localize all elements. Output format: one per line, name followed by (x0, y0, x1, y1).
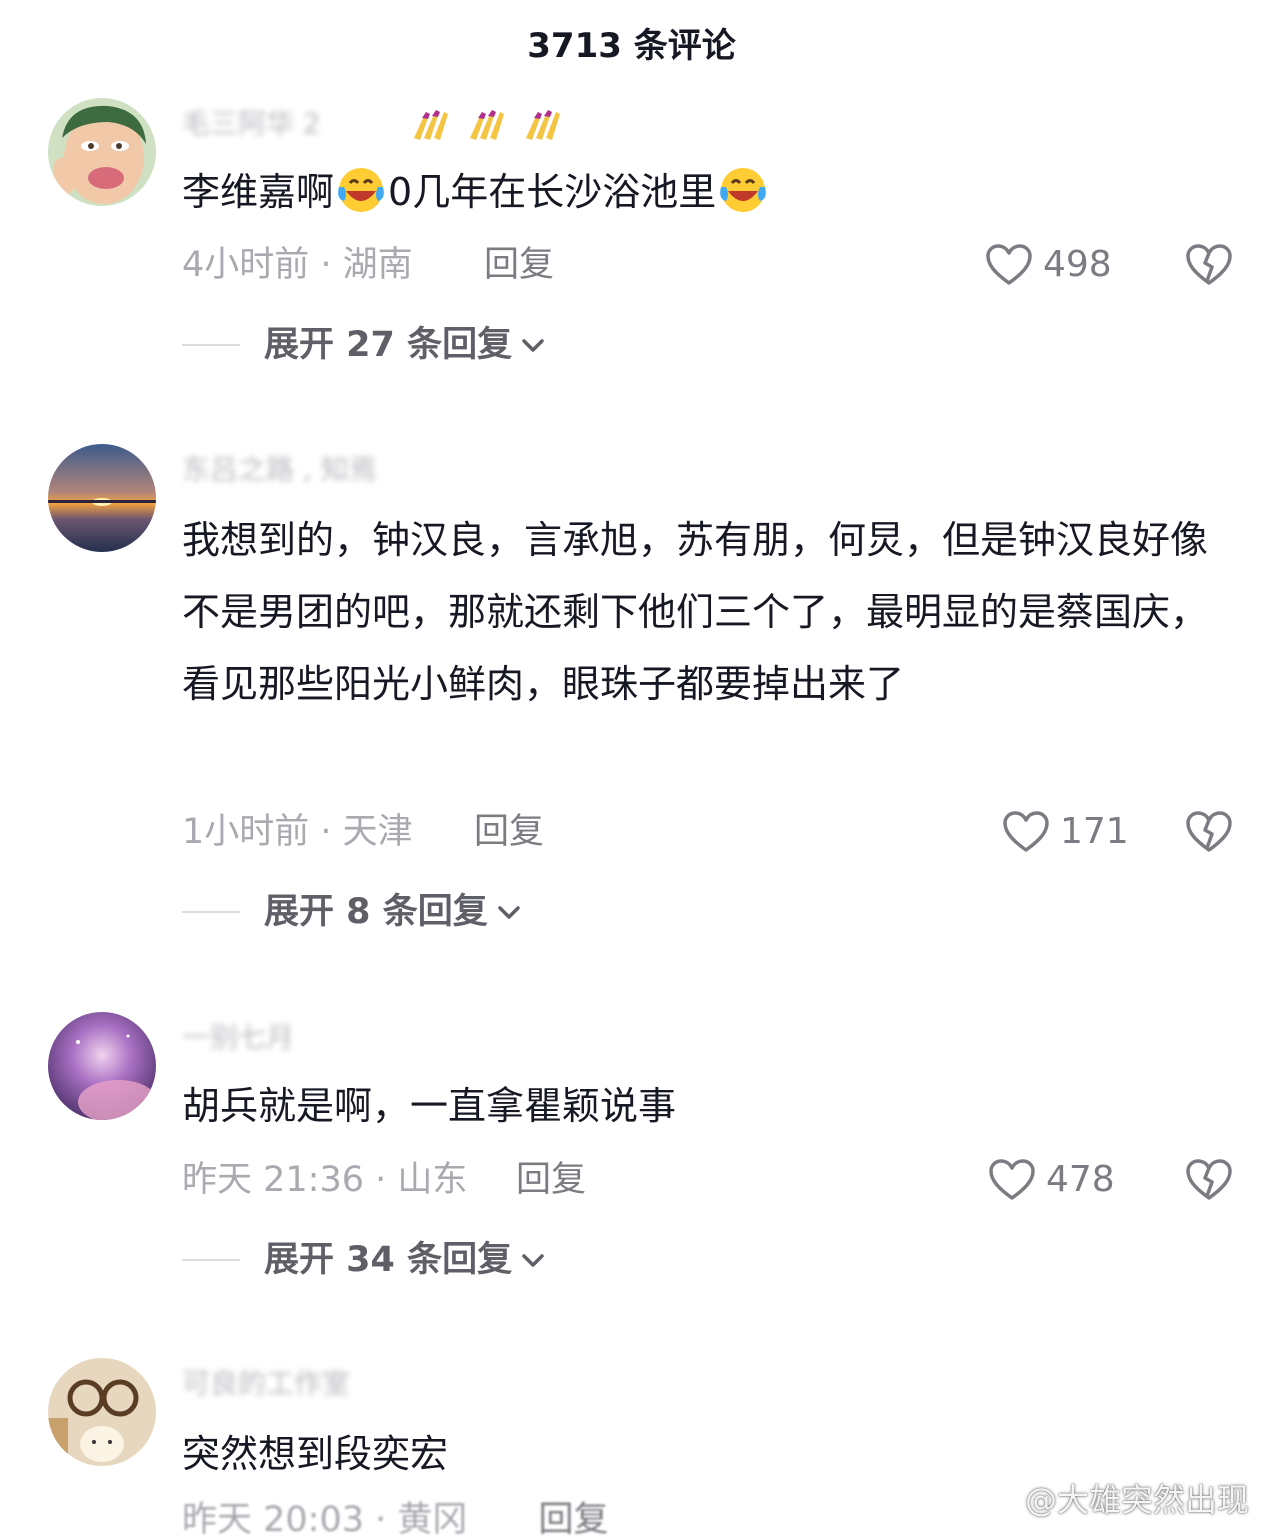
comment-time-location: 1小时前 · 天津 (182, 812, 413, 852)
comment-content: 我想到的，钟汉良，言承旭，苏有朋，何炅，但是钟汉良好像不是男团的吧，那就还剩下他… (182, 504, 1212, 720)
comment-username[interactable]: 毛三阿华 2 (182, 104, 321, 144)
like-button[interactable]: 498 (985, 240, 1112, 290)
nail-polish-emoji (526, 110, 560, 140)
comment-text: 突然想到段奕宏 (182, 1432, 449, 1476)
watermark-text: @大雄突然出现 (1024, 1481, 1249, 1519)
chevron-down-icon (522, 1254, 544, 1267)
expand-replies[interactable]: 展开 27 条回复 (182, 320, 546, 370)
avatar[interactable] (48, 98, 156, 206)
comment-content: 李维嘉啊 0几年在长沙浴池里 (182, 156, 1212, 228)
divider (182, 911, 240, 913)
username-text: 东吕之路 , 知焉 (182, 453, 377, 486)
weibo-icon (972, 1484, 1015, 1515)
expand-replies[interactable]: 展开 34 条回复 (182, 1235, 546, 1285)
broken-heart-icon (1186, 1159, 1232, 1200)
comment-text-part: 0几年在长沙浴池里 (388, 170, 717, 214)
comment-username[interactable]: 可良的工作室 (182, 1364, 350, 1404)
username-text: 一别七月 (182, 1021, 295, 1054)
like-count: 478 (1046, 1159, 1115, 1200)
dislike-button[interactable] (1183, 807, 1235, 857)
dislike-button[interactable] (1183, 240, 1235, 290)
username-text: 可良的工作室 (182, 1367, 351, 1400)
reply-button[interactable]: 回复 (484, 240, 554, 290)
avatar[interactable] (48, 1012, 156, 1120)
comment-content: 胡兵就是啊，一直拿瞿颖说事 (182, 1070, 1212, 1142)
like-button[interactable]: 478 (988, 1155, 1115, 1205)
crying-laugh-emoji (338, 168, 384, 212)
comment-time-location: 昨天 21:36 · 山东 (182, 1160, 468, 1200)
expand-replies[interactable]: 展开 8 条回复 (182, 887, 522, 937)
username-text: 毛三阿华 2 (182, 107, 321, 140)
broken-heart-icon (1186, 811, 1232, 852)
comment-username[interactable]: 一别七月 (182, 1018, 294, 1058)
reply-button[interactable]: 回复 (516, 1155, 586, 1205)
comment-time-location: 昨天 20:03 · 黄冈 回复 (182, 1500, 609, 1540)
heart-icon (986, 244, 1032, 285)
like-count: 498 (1043, 244, 1112, 285)
comments-count-title: 3713 条评论 (527, 26, 736, 66)
nail-polish-emoji-group (410, 108, 562, 142)
comment-username[interactable]: 东吕之路 , 知焉 (182, 450, 377, 490)
like-count: 171 (1060, 811, 1129, 852)
chevron-down-icon (497, 906, 520, 919)
comment-text-part: 李维嘉啊 (182, 170, 335, 214)
avatar[interactable] (48, 444, 156, 552)
expand-replies-label: 展开 27 条回复 (264, 325, 513, 365)
weibo-watermark: @大雄突然出现 (971, 1476, 1249, 1520)
like-button[interactable]: 171 (1002, 807, 1129, 857)
chevron-down-icon (522, 339, 544, 352)
divider (182, 1259, 240, 1261)
dislike-button[interactable] (1183, 1155, 1235, 1205)
comment-text: 我想到的，钟汉良，言承旭，苏有朋，何炅，但是钟汉良好像不是男团的吧，那就还剩下他… (182, 518, 1209, 706)
crying-laugh-emoji (720, 168, 767, 212)
comment-time-location: 4小时前 · 湖南 (182, 245, 413, 285)
heart-icon (989, 1159, 1035, 1200)
broken-heart-icon (1186, 244, 1232, 285)
avatar[interactable] (48, 1358, 156, 1466)
comment-text: 胡兵就是啊，一直拿瞿颖说事 (182, 1084, 677, 1128)
nail-polish-emoji (414, 110, 448, 140)
reply-button[interactable]: 回复 (539, 1500, 609, 1540)
nail-polish-emoji (470, 110, 504, 140)
expand-replies-label: 展开 34 条回复 (264, 1240, 513, 1280)
heart-icon (1003, 811, 1049, 852)
reply-button[interactable]: 回复 (474, 807, 544, 857)
divider (182, 344, 240, 346)
time-text: 昨天 20:03 · 黄冈 (182, 1500, 468, 1540)
expand-replies-label: 展开 8 条回复 (264, 892, 488, 932)
